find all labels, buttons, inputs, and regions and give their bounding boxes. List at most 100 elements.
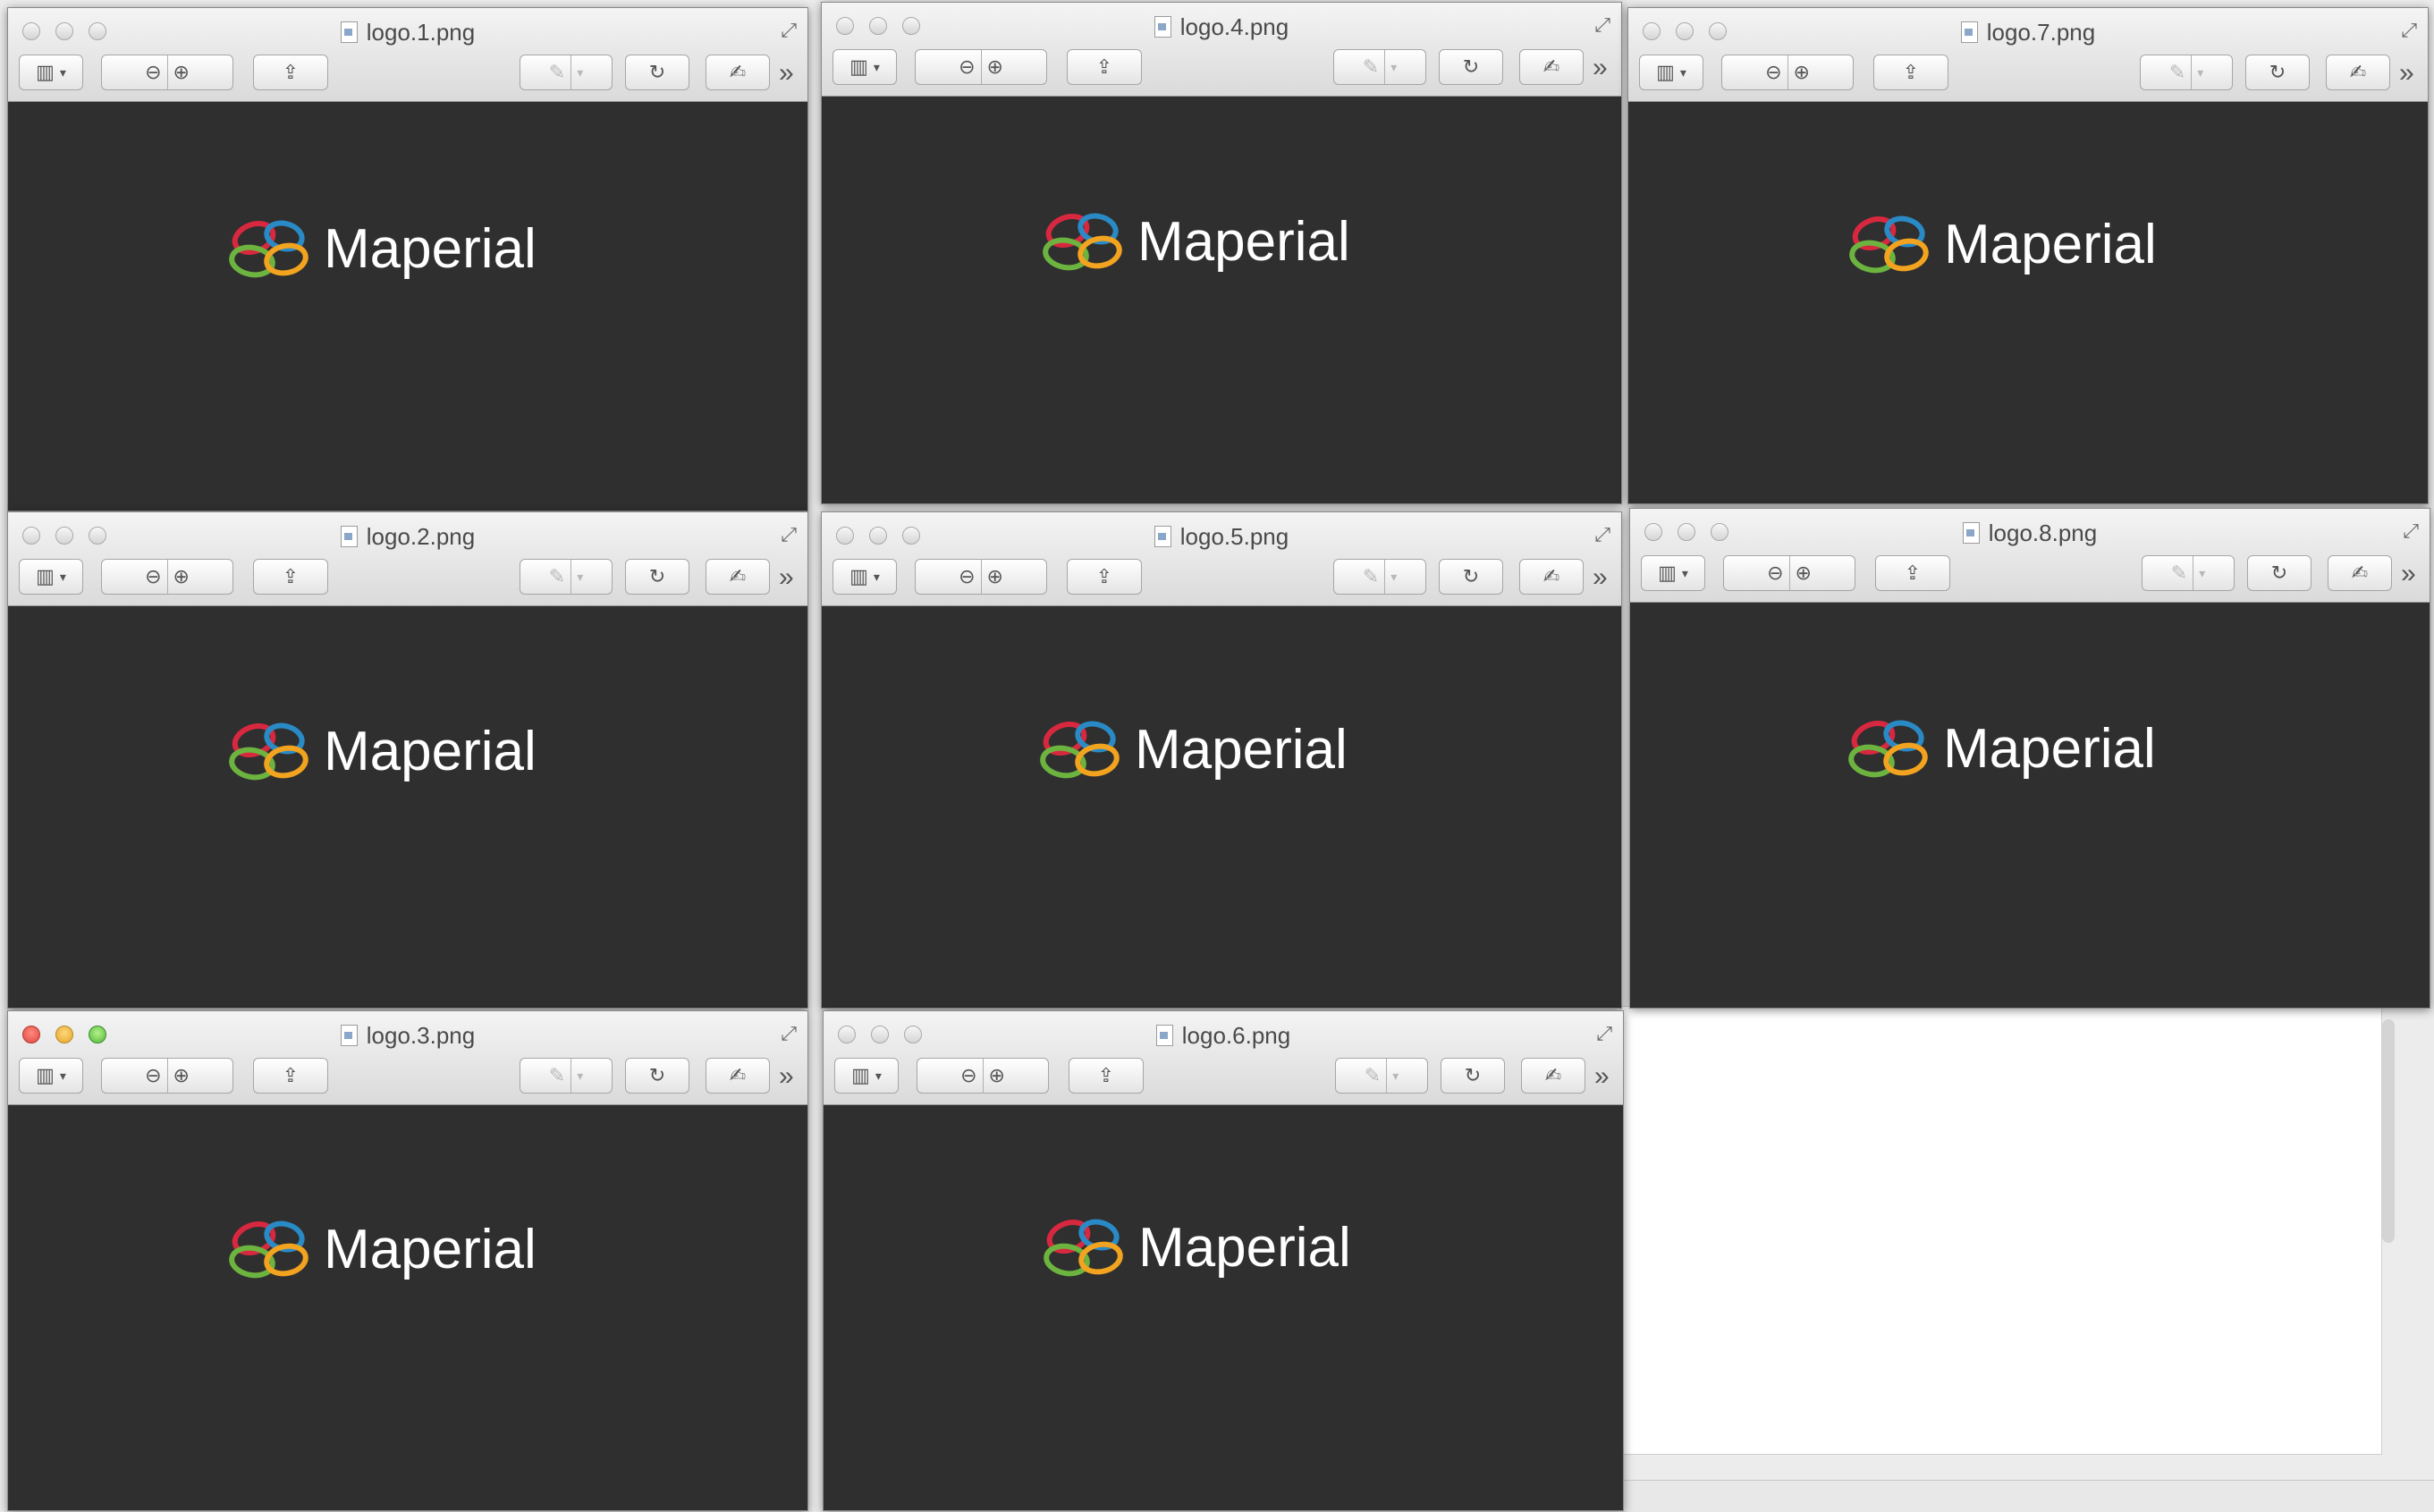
fullscreen-icon[interactable]: ⤢ (1594, 523, 1610, 546)
share-button[interactable]: ⇪ (1067, 559, 1142, 595)
preview-window-logo-3[interactable]: logo.3.png ⤢ ▥ ▾ ⊖ ⊕ ⇪ ✎ ▾ ↻ ✍ » Maperial (7, 1010, 808, 1511)
preview-window-logo-8[interactable]: logo.8.png ⤢ ▥ ▾ ⊖ ⊕ ⇪ ✎ ▾ ↻ ✍ » Maperial (1629, 508, 2430, 1009)
zoom-in-icon[interactable]: ⊕ (173, 1064, 190, 1087)
sidebar-toggle-button[interactable]: ▥ ▾ (834, 1058, 899, 1094)
sidebar-toggle-button[interactable]: ▥ ▾ (19, 559, 83, 595)
zoom-in-icon[interactable]: ⊕ (1794, 61, 1810, 84)
chevron-double-right-icon[interactable]: » (1593, 53, 1607, 83)
chevron-double-right-icon[interactable]: » (1594, 1061, 1609, 1092)
window-toolbar: logo.2.png ⤢ ▥ ▾ ⊖ ⊕ ⇪ ✎ ▾ ↻ ✍ » (8, 512, 807, 606)
zoom-out-icon[interactable]: ⊖ (959, 55, 975, 79)
edit-button[interactable]: ✍ (2328, 555, 2392, 591)
chevron-double-right-icon[interactable]: » (2401, 559, 2415, 589)
share-button[interactable]: ⇪ (253, 55, 328, 90)
share-button[interactable]: ⇪ (253, 1058, 328, 1094)
sidebar-toggle-button[interactable]: ▥ ▾ (19, 1058, 83, 1094)
zoom-out-icon[interactable]: ⊖ (1765, 61, 1781, 84)
fullscreen-icon[interactable]: ⤢ (1596, 1022, 1612, 1045)
rotate-button[interactable]: ↻ (2245, 55, 2310, 90)
zoom-in-icon[interactable]: ⊕ (173, 61, 190, 84)
fullscreen-icon[interactable]: ⤢ (2403, 519, 2419, 543)
window-title-text: logo.2.png (366, 523, 476, 550)
logo-wordmark: Maperial (1137, 211, 1350, 273)
window-toolbar: logo.6.png ⤢ ▥ ▾ ⊖ ⊕ ⇪ ✎ ▾ ↻ ✍ » (824, 1011, 1623, 1105)
rotate-button[interactable]: ↻ (2247, 555, 2311, 591)
markup-button[interactable]: ✎ ▾ (1333, 49, 1426, 85)
chevron-down-icon: ▾ (873, 59, 880, 74)
window-title: logo.6.png (824, 1022, 1623, 1050)
rotate-button[interactable]: ↻ (625, 1058, 689, 1094)
sidebar-toggle-button[interactable]: ▥ ▾ (832, 49, 897, 85)
zoom-out-icon[interactable]: ⊖ (145, 61, 161, 84)
zoom-in-icon[interactable]: ⊕ (987, 565, 1003, 588)
rotate-icon: ↻ (1462, 565, 1480, 587)
markup-button[interactable]: ✎ ▾ (520, 1058, 613, 1094)
chevron-double-right-icon[interactable]: » (1593, 562, 1607, 593)
sidebar-toggle-button[interactable]: ▥ ▾ (19, 55, 83, 90)
preview-window-logo-1[interactable]: logo.1.png ⤢ ▥ ▾ ⊖ ⊕ ⇪ ✎ ▾ ↻ ✍ » Maperial (7, 7, 808, 511)
toolbar-buttons: ▥ ▾ ⊖ ⊕ ⇪ ✎ ▾ ↻ ✍ » (8, 1058, 807, 1097)
window-toolbar: logo.4.png ⤢ ▥ ▾ ⊖ ⊕ ⇪ ✎ ▾ ↻ ✍ » (822, 3, 1621, 97)
png-file-icon (1154, 16, 1171, 38)
edit-button[interactable]: ✍ (1519, 559, 1584, 595)
fullscreen-icon[interactable]: ⤢ (2401, 19, 2417, 42)
preview-window-logo-5[interactable]: logo.5.png ⤢ ▥ ▾ ⊖ ⊕ ⇪ ✎ ▾ ↻ ✍ » Maperial (821, 511, 1622, 1009)
chevron-double-right-icon[interactable]: » (779, 58, 793, 89)
zoom-in-icon[interactable]: ⊕ (987, 55, 1003, 79)
markup-button[interactable]: ✎ ▾ (1333, 559, 1426, 595)
zoom-out-icon[interactable]: ⊖ (960, 1064, 976, 1087)
rotate-button[interactable]: ↻ (625, 55, 689, 90)
markup-button[interactable]: ✎ ▾ (1335, 1058, 1428, 1094)
logo-wordmark: Maperial (1135, 719, 1348, 781)
edit-icon: ✍ (1542, 55, 1560, 78)
fullscreen-icon[interactable]: ⤢ (781, 1022, 797, 1045)
share-button[interactable]: ⇪ (1069, 1058, 1144, 1094)
zoom-in-icon[interactable]: ⊕ (173, 565, 190, 588)
rotate-button[interactable]: ↻ (625, 559, 689, 595)
preview-window-logo-2[interactable]: logo.2.png ⤢ ▥ ▾ ⊖ ⊕ ⇪ ✎ ▾ ↻ ✍ » Maperial (7, 511, 808, 1009)
edit-button[interactable]: ✍ (706, 559, 770, 595)
edit-icon: ✍ (729, 565, 747, 587)
chevron-double-right-icon[interactable]: » (779, 1061, 793, 1092)
zoom-in-icon[interactable]: ⊕ (989, 1064, 1005, 1087)
rotate-button[interactable]: ↻ (1441, 1058, 1505, 1094)
preview-window-logo-6[interactable]: logo.6.png ⤢ ▥ ▾ ⊖ ⊕ ⇪ ✎ ▾ ↻ ✍ » Maperial (823, 1010, 1624, 1511)
edit-button[interactable]: ✍ (1521, 1058, 1585, 1094)
chevron-down-icon: ▾ (875, 1068, 882, 1083)
share-button[interactable]: ⇪ (253, 559, 328, 595)
edit-button[interactable]: ✍ (1519, 49, 1584, 85)
share-button[interactable]: ⇪ (1873, 55, 1948, 90)
preview-window-logo-4[interactable]: logo.4.png ⤢ ▥ ▾ ⊖ ⊕ ⇪ ✎ ▾ ↻ ✍ » Maperial (821, 2, 1622, 504)
markup-button[interactable]: ✎ ▾ (2140, 55, 2233, 90)
image-canvas: Maperial (1630, 603, 2430, 1008)
rotate-button[interactable]: ↻ (1439, 559, 1503, 595)
edit-button[interactable]: ✍ (706, 1058, 770, 1094)
zoom-out-icon[interactable]: ⊖ (145, 565, 161, 588)
chevron-double-right-icon[interactable]: » (779, 562, 793, 593)
background-scrollbar[interactable] (2382, 1019, 2395, 1243)
sidebar-toggle-button[interactable]: ▥ ▾ (1641, 555, 1705, 591)
markup-button[interactable]: ✎ ▾ (2142, 555, 2235, 591)
maperial-logo-mark-icon (229, 220, 308, 278)
logo-wordmark: Maperial (324, 1219, 537, 1280)
window-title: logo.2.png (8, 523, 807, 551)
fullscreen-icon[interactable]: ⤢ (781, 19, 797, 42)
sidebar-icon: ▥ (1656, 61, 1675, 83)
zoom-in-icon[interactable]: ⊕ (1796, 562, 1812, 585)
markup-button[interactable]: ✎ ▾ (520, 55, 613, 90)
zoom-out-icon[interactable]: ⊖ (959, 565, 975, 588)
zoom-out-icon[interactable]: ⊖ (145, 1064, 161, 1087)
rotate-button[interactable]: ↻ (1439, 49, 1503, 85)
fullscreen-icon[interactable]: ⤢ (781, 523, 797, 546)
fullscreen-icon[interactable]: ⤢ (1594, 13, 1610, 37)
sidebar-toggle-button[interactable]: ▥ ▾ (1639, 55, 1703, 90)
preview-window-logo-7[interactable]: logo.7.png ⤢ ▥ ▾ ⊖ ⊕ ⇪ ✎ ▾ ↻ ✍ » Maperial (1627, 7, 2429, 504)
markup-button[interactable]: ✎ ▾ (520, 559, 613, 595)
sidebar-toggle-button[interactable]: ▥ ▾ (832, 559, 897, 595)
edit-button[interactable]: ✍ (2326, 55, 2390, 90)
zoom-out-icon[interactable]: ⊖ (1767, 562, 1783, 585)
share-button[interactable]: ⇪ (1875, 555, 1950, 591)
edit-button[interactable]: ✍ (706, 55, 770, 90)
chevron-double-right-icon[interactable]: » (2399, 58, 2413, 89)
share-button[interactable]: ⇪ (1067, 49, 1142, 85)
